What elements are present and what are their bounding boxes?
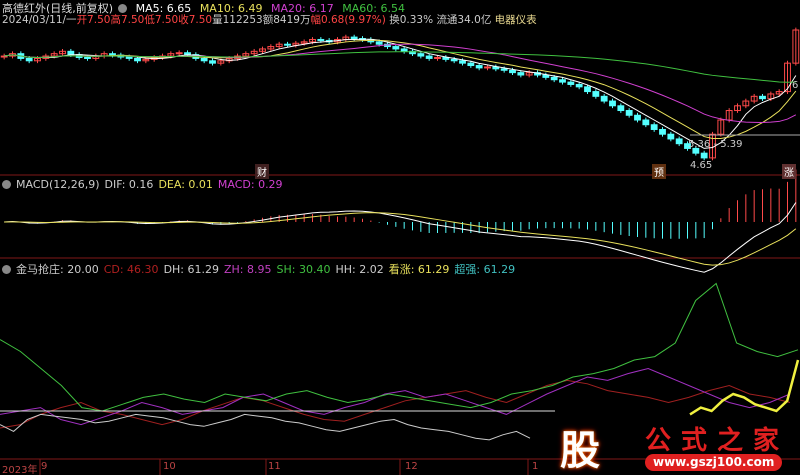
range-annotation: 5.36 - 5.39 — [688, 139, 743, 150]
watermark-url[interactable]: www.gszj100.com — [645, 454, 783, 471]
candlestick — [667, 133, 675, 140]
chaoqiang-value: 超强: 61.29 — [454, 263, 516, 276]
candlestick — [700, 152, 708, 159]
candlestick — [617, 105, 625, 112]
candlestick — [392, 46, 400, 50]
indicator-value: : 20.00 — [60, 263, 99, 276]
macd-dif: DIF: 0.16 — [104, 178, 154, 191]
candlestick — [459, 60, 466, 64]
forecast-marker[interactable]: 预 — [652, 164, 666, 179]
candlestick — [450, 58, 458, 62]
quote-date: 2024/03/11/一 — [2, 14, 77, 26]
axis-month: 11 — [268, 461, 281, 472]
candlestick — [759, 95, 766, 100]
candlestick — [84, 56, 91, 59]
candlestick — [184, 52, 191, 56]
candlestick — [375, 41, 383, 45]
last-price-label: 6 — [792, 80, 799, 91]
indicator-title: 金马抢庄 — [16, 263, 60, 276]
dropdown-icon[interactable] — [2, 180, 11, 189]
dh-value: DH: 61.29 — [163, 263, 219, 276]
candlestick — [642, 119, 650, 126]
candlestick — [109, 53, 116, 56]
candlestick — [509, 69, 516, 74]
candlestick — [567, 81, 575, 85]
quote-sector[interactable]: 电器仪表 — [495, 14, 537, 26]
candlestick — [559, 79, 566, 83]
watermark-logo: 股 — [560, 428, 600, 474]
chart-canvas[interactable] — [0, 0, 800, 475]
candlestick — [134, 57, 141, 62]
candlestick — [584, 86, 591, 93]
axis-month: 1 — [532, 461, 539, 472]
macd-value: MACD: 0.29 — [217, 178, 283, 191]
candlestick — [175, 52, 183, 55]
quote-low: 低7.50 — [144, 14, 179, 26]
candlestick — [350, 36, 358, 40]
candlestick — [125, 56, 133, 59]
cd-value: CD: 46.30 — [103, 263, 159, 276]
stock-chart: 高德红外(日线,前复权) MA5: 6.65 MA10: 6.49 MA20: … — [0, 0, 800, 475]
candlestick — [517, 72, 525, 76]
quote-amount: 额8419万 — [262, 14, 311, 26]
macd-title: MACD(12,26,9) — [16, 178, 100, 191]
quote-turnover: 换0.33% — [389, 14, 434, 26]
quote-high: 高7.50 — [110, 14, 145, 26]
quote-close: 收7.50 — [178, 14, 213, 26]
macd-dea: DEA: 0.01 — [158, 178, 213, 191]
dropdown-icon[interactable] — [2, 265, 11, 274]
sh-value: SH: 30.40 — [276, 263, 331, 276]
low-annotation: 4.65 — [690, 160, 713, 171]
candlestick — [550, 76, 558, 81]
candlestick — [659, 128, 666, 135]
dea-line — [4, 212, 797, 266]
axis-year: 2023年 — [2, 465, 38, 475]
candlestick — [467, 62, 475, 67]
candlestick — [417, 53, 425, 57]
quote-change: 幅0.68(9.97%) — [310, 14, 386, 26]
quote-line: 2024/03/11/一开7.50高7.50低7.50收7.50量112253额… — [2, 14, 542, 27]
dif-line — [4, 202, 797, 273]
candlestick — [484, 66, 491, 69]
zh-line — [0, 367, 791, 426]
candlestick — [400, 48, 408, 52]
indicator-header: 金马抢庄: 20.00 CD: 46.30 DH: 61.29 ZH: 8.95 SH:… — [2, 263, 520, 276]
ma60-line — [4, 51, 796, 83]
finance-marker[interactable]: 财 — [255, 164, 269, 179]
watermark-name: 公式之家 — [645, 426, 790, 456]
kanzhang-value: 看涨: 61.29 — [388, 263, 450, 276]
candlestick — [609, 100, 616, 107]
candlestick — [317, 38, 325, 41]
dh-line — [0, 413, 531, 441]
candlestick — [500, 68, 508, 71]
candlestick — [425, 55, 433, 59]
candlestick — [200, 57, 208, 62]
axis-month: 12 — [405, 461, 418, 472]
axis-month: 9 — [41, 461, 48, 472]
quote-float: 流通34.0亿 — [436, 14, 492, 26]
candlestick — [284, 43, 291, 46]
quote-volume: 量112253 — [212, 14, 263, 26]
candlestick — [575, 83, 583, 88]
candlestick — [25, 57, 33, 62]
candlestick — [592, 91, 600, 97]
candlestick — [600, 95, 608, 102]
ma10-line — [4, 39, 797, 139]
candlestick — [650, 124, 658, 130]
axis-month: 10 — [163, 461, 176, 472]
candlestick — [67, 50, 75, 56]
hh-value: HH: 2.02 — [335, 263, 384, 276]
macd-header: MACD(12,26,9) DIF: 0.16 DEA: 0.01 MACD: 0.2… — [2, 178, 288, 191]
candlestick — [475, 65, 483, 69]
candlestick — [634, 114, 641, 121]
candlestick — [675, 138, 683, 145]
quote-open: 开7.50 — [76, 14, 111, 26]
zh-value: ZH: 8.95 — [224, 263, 272, 276]
dropdown-icon[interactable] — [118, 4, 128, 13]
candlestick — [625, 110, 633, 116]
candlestick — [434, 56, 441, 59]
candlestick — [209, 60, 216, 64]
limit-up-marker[interactable]: 涨 — [782, 164, 796, 179]
